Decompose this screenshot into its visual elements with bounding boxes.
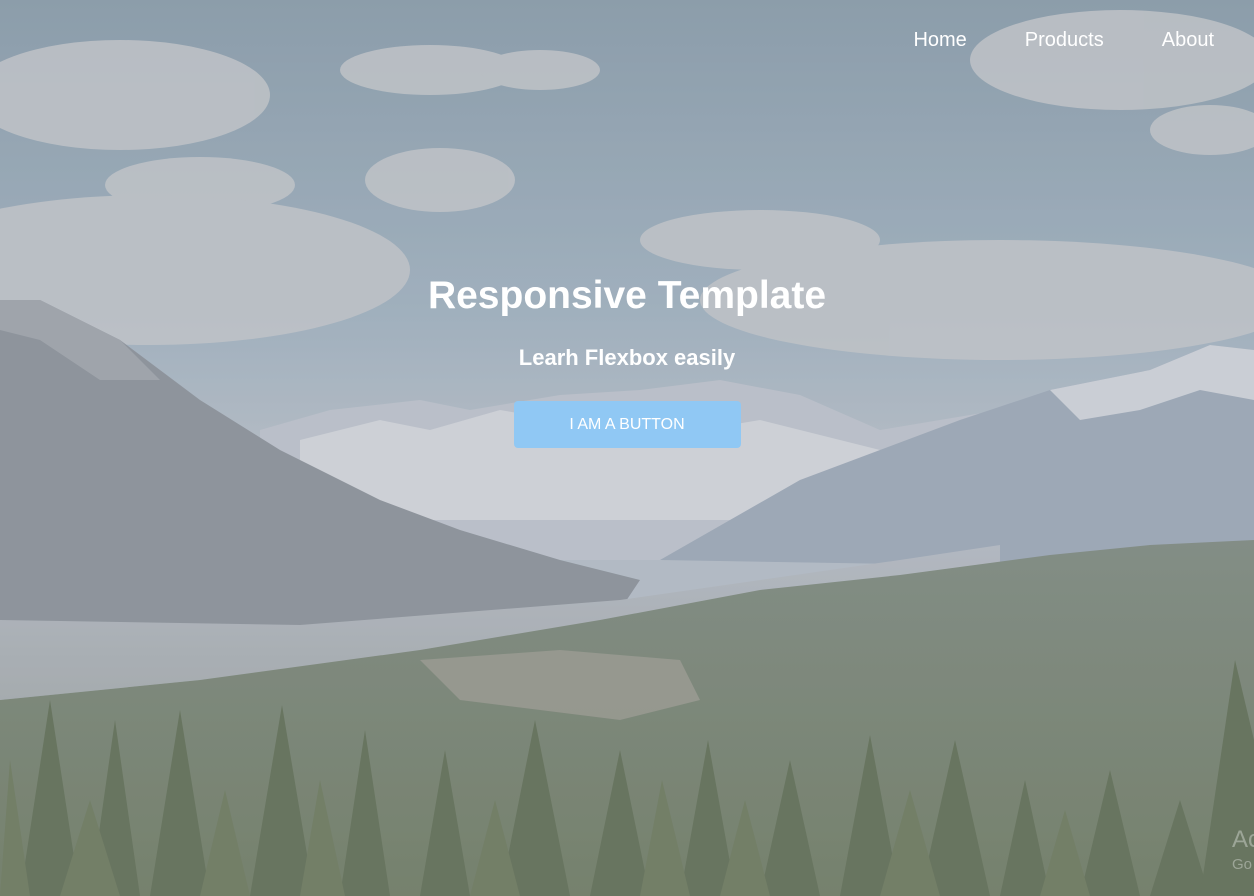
hero-cta-button[interactable]: I AM A BUTTON xyxy=(513,401,741,448)
hero-section: Responsive Template Learh Flexbox easily… xyxy=(0,273,1254,448)
nav-link-about[interactable]: About xyxy=(1162,28,1214,52)
nav-link-home[interactable]: Home xyxy=(913,28,966,52)
watermark-line-2: Go xyxy=(1232,856,1253,873)
watermark-line-1: Ac xyxy=(1232,826,1254,853)
activation-watermark: Ac Go xyxy=(1232,826,1254,873)
top-nav: Home Products About xyxy=(855,28,1214,52)
nav-link-products[interactable]: Products xyxy=(1025,28,1104,52)
image-overlay xyxy=(0,0,1254,896)
hero-subtitle: Learh Flexbox easily xyxy=(518,345,736,370)
hero-title: Responsive Template xyxy=(427,274,827,317)
page: Home Products About Responsive Template … xyxy=(0,0,1254,896)
